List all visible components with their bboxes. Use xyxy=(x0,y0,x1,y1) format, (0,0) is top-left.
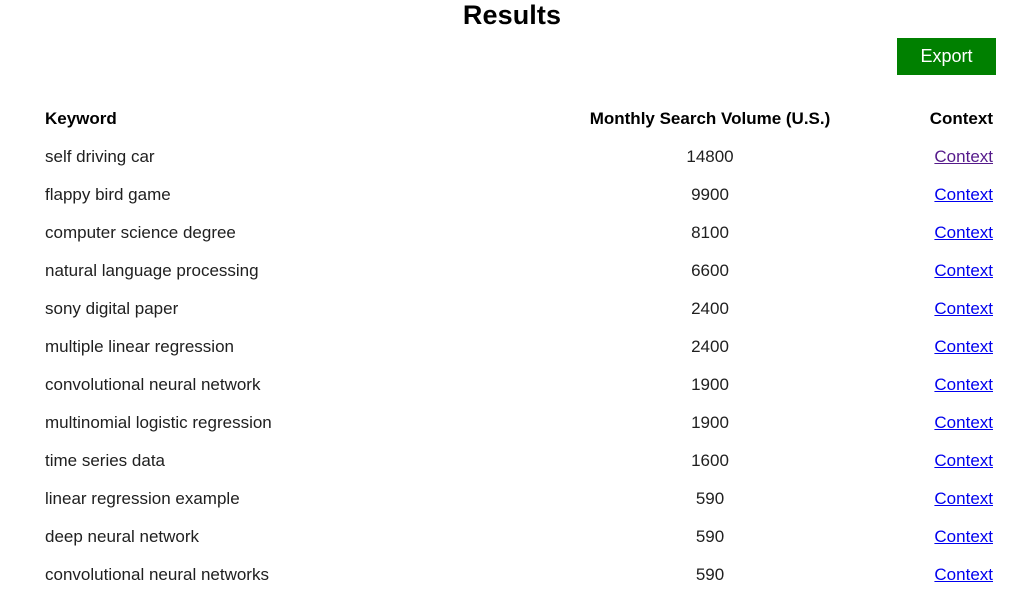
table-row: computer science degree 8100 Context xyxy=(45,214,993,252)
search-volume-cell: 8100 xyxy=(691,223,729,242)
keyword-cell: multinomial logistic regression xyxy=(45,413,272,432)
keyword-cell: deep neural network xyxy=(45,527,200,546)
context-link[interactable]: Context xyxy=(934,147,993,166)
keyword-cell: time series data xyxy=(45,451,165,470)
context-cell: Context xyxy=(865,366,993,404)
context-link[interactable]: Context xyxy=(934,451,993,470)
context-cell: Context xyxy=(865,518,993,556)
context-link[interactable]: Context xyxy=(934,223,993,242)
page-title: Results xyxy=(462,0,562,30)
search-volume-cell: 9900 xyxy=(691,185,729,204)
keyword-cell: natural language processing xyxy=(45,261,259,280)
context-link[interactable]: Context xyxy=(934,565,993,584)
export-button[interactable]: Export xyxy=(897,38,996,75)
keyword-cell: flappy bird game xyxy=(45,185,171,204)
search-volume-cell: 590 xyxy=(695,527,725,546)
table-header-row: Keyword Monthly Search Volume (U.S.) Con… xyxy=(45,100,993,138)
context-cell: Context xyxy=(865,328,993,366)
search-volume-cell: 1600 xyxy=(691,451,729,470)
table-row: sony digital paper 2400 Context xyxy=(45,290,993,328)
context-cell: Context xyxy=(865,214,993,252)
context-cell: Context xyxy=(865,290,993,328)
column-header-keyword: Keyword xyxy=(45,109,117,128)
context-link[interactable]: Context xyxy=(934,413,993,432)
table-row: convolutional neural network 1900 Context xyxy=(45,366,993,404)
table-row: self driving car 14800 Context xyxy=(45,138,993,176)
context-cell: Context xyxy=(865,176,993,214)
results-table: Keyword Monthly Search Volume (U.S.) Con… xyxy=(45,100,993,594)
column-header-volume: Monthly Search Volume (U.S.) xyxy=(589,109,831,128)
table-body: self driving car 14800 Context flappy bird … xyxy=(45,138,993,594)
context-cell: Context xyxy=(865,442,993,480)
context-link[interactable]: Context xyxy=(934,527,993,546)
toolbar: Export xyxy=(897,38,996,75)
search-volume-cell: 2400 xyxy=(691,337,729,356)
context-cell: Context xyxy=(865,556,993,594)
column-header-context: Context xyxy=(929,109,993,128)
table-row: multiple linear regression 2400 Context xyxy=(45,328,993,366)
table-row: deep neural network 590 Context xyxy=(45,518,993,556)
context-cell: Context xyxy=(865,404,993,442)
search-volume-cell: 6600 xyxy=(691,261,729,280)
table-row: linear regression example 590 Context xyxy=(45,480,993,518)
table-row: multinomial logistic regression 1900 Conte… xyxy=(45,404,993,442)
table-row: time series data 1600 Context xyxy=(45,442,993,480)
context-link[interactable]: Context xyxy=(934,299,993,318)
search-volume-cell: 590 xyxy=(695,489,725,508)
keyword-cell: sony digital paper xyxy=(45,299,179,318)
table-row: convolutional neural networks 590 Context xyxy=(45,556,993,594)
search-volume-cell: 590 xyxy=(695,565,725,584)
search-volume-cell: 1900 xyxy=(691,413,729,432)
search-volume-cell: 14800 xyxy=(686,147,734,166)
keyword-cell: convolutional neural network xyxy=(45,375,261,394)
search-volume-cell: 2400 xyxy=(691,299,729,318)
context-cell: Context xyxy=(865,138,993,176)
keyword-cell: multiple linear regression xyxy=(45,337,234,356)
keyword-cell: convolutional neural networks xyxy=(45,565,269,584)
search-volume-cell: 1900 xyxy=(691,375,729,394)
table-row: natural language processing 6600 Context xyxy=(45,252,993,290)
table-row: flappy bird game 9900 Context xyxy=(45,176,993,214)
context-link[interactable]: Context xyxy=(934,337,993,356)
context-cell: Context xyxy=(865,252,993,290)
context-link[interactable]: Context xyxy=(934,489,993,508)
keyword-cell: computer science degree xyxy=(45,223,236,242)
context-cell: Context xyxy=(865,480,993,518)
context-link[interactable]: Context xyxy=(934,261,993,280)
keyword-cell: linear regression example xyxy=(45,489,240,508)
context-link[interactable]: Context xyxy=(934,185,993,204)
keyword-cell: self driving car xyxy=(45,147,155,166)
context-link[interactable]: Context xyxy=(934,375,993,394)
